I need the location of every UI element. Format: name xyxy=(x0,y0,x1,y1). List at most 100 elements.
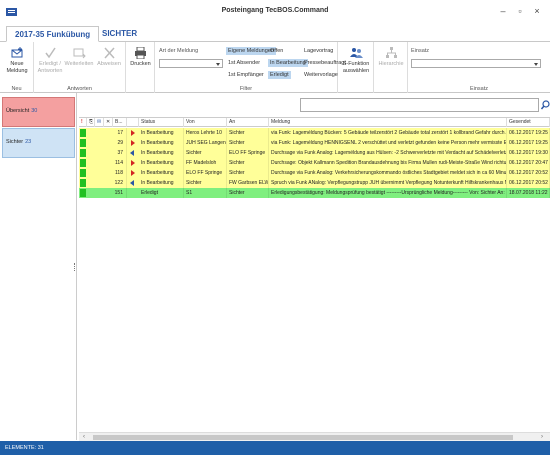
scroll-thumb[interactable] xyxy=(93,435,513,440)
scroll-right-icon[interactable]: › xyxy=(541,434,543,440)
new-message-button[interactable]: Neue Meldung xyxy=(3,47,31,75)
cell-num: 118 xyxy=(113,168,127,178)
cell-an: ELO FF Springe xyxy=(227,148,269,158)
filter-first-sender[interactable]: 1st Absender xyxy=(226,59,262,67)
s-function-button[interactable]: S-Funktion auswählen xyxy=(340,47,372,75)
cell-von: Sichter xyxy=(184,148,227,158)
cell-gesendet: 06.12.2017 19:25 xyxy=(507,138,550,148)
horizontal-scrollbar[interactable]: ‹ › xyxy=(79,432,550,441)
col-number[interactable]: B... xyxy=(113,118,127,127)
cell-meldung: via Funk: Lageméldung HENNIGSENL 2 versc… xyxy=(271,138,507,148)
col-to[interactable]: An xyxy=(227,118,269,127)
cell-meldung: Durchsage via Funk Analog: Lageméldung a… xyxy=(271,148,507,158)
cell-an: Sichter xyxy=(227,188,269,198)
hierarchy-button[interactable]: Hierarchie xyxy=(376,47,406,68)
folder-sichter[interactable]: Sichter 23 xyxy=(2,128,75,158)
search-input[interactable] xyxy=(300,98,539,112)
cell-status: In Bearbeitung xyxy=(139,148,184,158)
col-message[interactable]: Meldung xyxy=(269,118,507,127)
cell-gesendet: 06.12.2017 19:30 xyxy=(507,148,550,158)
table-header: ! ⎘ ✉ ✕ B... Status Von An Meldung Gesen… xyxy=(79,118,550,127)
table-row[interactable]: 37 In Bearbeitung Sichter ELO FF Springe Dur… xyxy=(79,148,550,158)
message-type-select[interactable] xyxy=(159,59,223,68)
cell-meldung: Durchsage via Funk Analog: Verkehrsicher… xyxy=(271,168,507,178)
cell-gesendet: 06.12.2017 20:52 xyxy=(507,178,550,188)
table-row[interactable]: 114 In Bearbeitung FF Madelsloh Sichter Durc… xyxy=(79,158,550,168)
cell-num: 17 xyxy=(113,128,127,138)
einsatz-select[interactable] xyxy=(411,59,541,68)
close-button[interactable]: × xyxy=(531,6,543,17)
col-flag[interactable] xyxy=(127,118,139,127)
cell-num: 151 xyxy=(113,188,127,198)
status-marker xyxy=(80,189,86,197)
folder-overview[interactable]: Übersicht 30 xyxy=(2,97,75,127)
cell-von: JUH SEG Langen... xyxy=(186,138,227,148)
status-marker xyxy=(80,139,86,147)
incoming-flag-icon xyxy=(131,140,135,146)
tab-funkuebung[interactable]: 2017-35 Funkübung xyxy=(6,26,100,42)
table-row[interactable]: 151 Erledigt S1 Sichter Erledigungsbestätigu… xyxy=(79,188,550,198)
filter-open[interactable]: Offen xyxy=(268,47,285,55)
incoming-flag-icon xyxy=(131,170,135,176)
status-marker xyxy=(80,169,86,177)
maximize-button[interactable]: ▫ xyxy=(514,6,526,17)
message-table: ! ⎘ ✉ ✕ B... Status Von An Meldung Gesen… xyxy=(79,117,550,432)
cell-an: Sichter xyxy=(227,128,269,138)
cell-an: FW Garbsen ELW 2 xyxy=(229,178,269,188)
col-attach[interactable]: ⎘ xyxy=(87,118,95,127)
filter-lagevortrag[interactable]: Lagevortrag xyxy=(302,47,335,55)
minimize-button[interactable]: – xyxy=(497,6,509,17)
table-row[interactable]: 17 In Bearbeitung Heros Lehrte 10 Sichter vi… xyxy=(79,128,550,138)
printer-icon xyxy=(135,47,146,59)
cell-meldung: Durchsage: Objekt Kallmann Spedition Bra… xyxy=(271,158,507,168)
status-marker xyxy=(80,179,86,187)
hierarchy-icon xyxy=(385,47,397,58)
cell-meldung: Erledigungsbestätigung: Meldungsprüfung … xyxy=(271,188,507,198)
reject-button[interactable]: Abweisen xyxy=(95,47,123,68)
print-button[interactable]: Drucken xyxy=(127,47,154,68)
ribbon: Neue Meldung Neu Erledigt / Antworten We… xyxy=(0,42,550,93)
col-from[interactable]: Von xyxy=(184,118,227,127)
forward-button[interactable]: Weiterleiten xyxy=(64,47,94,68)
checkmark-icon xyxy=(44,47,56,59)
group-neu: Neue Meldung Neu xyxy=(0,42,34,93)
outgoing-flag-icon xyxy=(130,150,134,156)
col-sent[interactable]: Gesendet xyxy=(507,118,550,127)
tab-sichter[interactable]: SICHTER xyxy=(94,26,145,42)
users-icon xyxy=(349,48,363,58)
group-antworten: Erledigt / Antworten Weiterleiten Abweis… xyxy=(34,42,126,93)
table-row[interactable]: 29 In Bearbeitung JUH SEG Langen... Sichter… xyxy=(79,138,550,148)
cell-status: In Bearbeitung xyxy=(139,178,184,188)
cell-meldung: via Funk: Lageméldung Bücken: 5 Gebäude … xyxy=(271,128,507,138)
status-marker xyxy=(80,149,86,157)
envelope-plus-icon xyxy=(11,47,22,58)
cell-meldung: Spruch via Funk ANalog: Verpflegungstrup… xyxy=(271,178,507,188)
table-row[interactable]: 118 In Bearbeitung ELO FF Springe Sichter Du… xyxy=(79,168,550,178)
col-mail[interactable]: ✉ xyxy=(95,118,104,127)
ribbon-tabs: 2017-35 Funkübung SICHTER xyxy=(0,24,550,42)
done-answer-button[interactable]: Erledigt / Antworten xyxy=(36,47,64,75)
scroll-left-icon[interactable]: ‹ xyxy=(83,434,85,440)
cell-an: Sichter xyxy=(227,138,269,148)
cell-status: In Bearbeitung xyxy=(139,158,184,168)
col-x[interactable]: ✕ xyxy=(104,118,113,127)
table-row[interactable]: 122 In Bearbeitung Sichter FW Garbsen ELW 2… xyxy=(79,178,550,188)
incoming-flag-icon xyxy=(131,160,135,166)
group-filter: Art der Meldung Eigene Meldungen Offen L… xyxy=(155,42,346,93)
cell-gesendet: 06.12.2017 20:47 xyxy=(507,158,550,168)
folder-pane: Übersicht 30 Sichter 23 xyxy=(0,93,77,440)
col-status[interactable]: Status xyxy=(139,118,184,127)
col-marker[interactable]: ! xyxy=(79,118,87,127)
cell-status: In Bearbeitung xyxy=(139,138,184,148)
group-hierarchie: Hierarchie xyxy=(374,42,408,93)
search-icon[interactable] xyxy=(541,100,550,110)
clip-icon: ⎘ xyxy=(89,119,94,125)
pane-splitter[interactable] xyxy=(74,263,76,271)
status-marker xyxy=(80,129,86,137)
group-einsatz: Einsatz Einsatz xyxy=(408,42,550,93)
mail-icon: ✉ xyxy=(97,119,102,125)
cell-num: 122 xyxy=(113,178,127,188)
filter-done[interactable]: Erledigt xyxy=(268,71,291,79)
filter-weitervorlage[interactable]: Weitervorlage xyxy=(302,71,340,79)
filter-first-recipient[interactable]: 1st Empfänger xyxy=(226,71,266,79)
